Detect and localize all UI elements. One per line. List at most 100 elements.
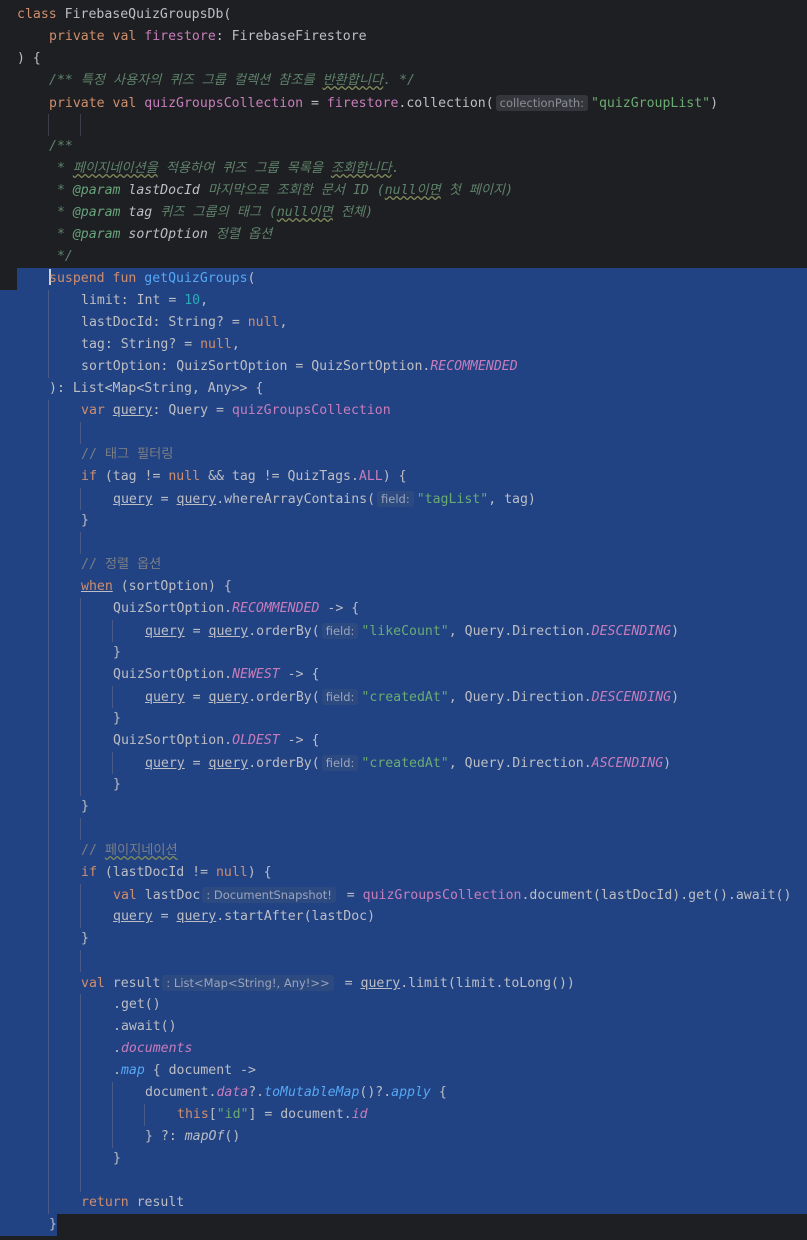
code-line[interactable]: val result: List<Map<String!, Any!>> = q… — [0, 972, 807, 994]
indent-guide — [48, 1104, 49, 1126]
code-line[interactable]: if (lastDocId != null) { — [0, 862, 807, 884]
code-line[interactable]: } — [0, 928, 807, 950]
code-token: , — [279, 315, 288, 330]
code-token: null이면 — [276, 205, 333, 220]
indent-guide — [80, 1060, 81, 1082]
code-token: , — [200, 293, 209, 308]
code-line[interactable]: QuizSortOption.OLDEST -> { — [0, 730, 807, 752]
code-line[interactable]: query = query.orderBy(field: "createdAt",… — [0, 686, 807, 708]
code-line[interactable]: query = query.orderBy(field: "createdAt",… — [0, 752, 807, 774]
code-line[interactable]: private val firestore: FirebaseFirestore — [0, 26, 807, 48]
indent-guide — [80, 1148, 81, 1170]
code-line[interactable]: ): List<Map<String, Any>> { — [0, 378, 807, 400]
code-line[interactable]: suspend fun getQuizGroups( — [0, 268, 807, 290]
code-token: .limit(limit.toLong()) — [400, 976, 575, 991]
code-line[interactable]: tag: String? = null, — [0, 334, 807, 356]
code-line[interactable]: /** — [0, 136, 807, 158]
code-line[interactable]: private val quizGroupsCollection = fires… — [0, 92, 807, 114]
code-token: -> { — [319, 601, 360, 616]
code-line[interactable] — [0, 1170, 807, 1192]
code-line[interactable]: sortOption: QuizSortOption = QuizSortOpt… — [0, 356, 807, 378]
indent-guide — [80, 1126, 81, 1148]
code-line[interactable]: document.data?.toMutableMap()?.apply { — [0, 1082, 807, 1104]
indent-guide — [48, 972, 49, 994]
code-line[interactable]: * @param lastDocId 마지막으로 조회한 문서 ID (null… — [0, 180, 807, 202]
indent-guide — [80, 1170, 81, 1192]
code-line[interactable] — [0, 114, 807, 136]
code-token: query — [176, 909, 217, 924]
code-token: query — [208, 624, 249, 639]
code-line[interactable]: } — [0, 796, 807, 818]
indent-guide — [80, 1104, 81, 1126]
indent-guide — [48, 444, 49, 466]
code-line[interactable]: // 태그 필터링 — [0, 444, 807, 466]
code-line[interactable]: if (tag != null && tag != QuizTags.ALL) … — [0, 466, 807, 488]
code-token: result — [112, 976, 161, 991]
code-token: ()?. — [359, 1085, 392, 1100]
code-line[interactable]: QuizSortOption.RECOMMENDED -> { — [0, 598, 807, 620]
code-line[interactable]: query = query.orderBy(field: "likeCount",… — [0, 620, 807, 642]
code-token: = — [338, 888, 363, 903]
code-line[interactable]: * @param sortOption 정렬 옵션 — [0, 224, 807, 246]
code-token: suspend — [49, 271, 113, 286]
code-line[interactable]: // 정렬 옵션 — [0, 554, 807, 576]
code-line[interactable]: .get() — [0, 994, 807, 1016]
code-line[interactable]: this["id"] = document.id — [0, 1104, 807, 1126]
indent-guide — [80, 642, 81, 664]
code-line[interactable]: QuizSortOption.NEWEST -> { — [0, 664, 807, 686]
code-line[interactable]: ) { — [0, 48, 807, 70]
code-token: this — [177, 1107, 209, 1122]
code-line[interactable]: limit: Int = 10, — [0, 290, 807, 312]
code-line[interactable]: query = query.whereArrayContains(field: "… — [0, 488, 807, 510]
code-line[interactable]: * @param tag 퀴즈 그룹의 태그 (null이면 전체) — [0, 202, 807, 224]
code-token: ) { — [382, 469, 407, 484]
indent-guide — [48, 422, 49, 444]
code-line[interactable] — [0, 950, 807, 972]
code-token: .orderBy( — [248, 756, 320, 771]
code-line[interactable]: return result — [0, 1192, 807, 1214]
code-token: null — [200, 337, 232, 352]
code-line[interactable]: } — [0, 1148, 807, 1170]
code-token: /** — [49, 73, 81, 88]
indent-guide — [48, 796, 49, 818]
code-line[interactable]: query = query.startAfter(lastDoc) — [0, 906, 807, 928]
code-token: 페이지네이션을 — [72, 161, 158, 176]
code-line[interactable]: when (sortOption) { — [0, 576, 807, 598]
code-line[interactable]: // 페이지네이션 — [0, 840, 807, 862]
code-line[interactable] — [0, 422, 807, 444]
indent-guide — [80, 686, 81, 708]
code-line[interactable]: } — [0, 708, 807, 730]
code-token: "tagList" — [416, 492, 489, 507]
indent-guide — [48, 1016, 49, 1038]
code-line[interactable]: lastDocId: String? = null, — [0, 312, 807, 334]
code-token: fun — [112, 271, 145, 286]
code-token: @param — [72, 205, 129, 220]
code-token: return — [81, 1195, 137, 1210]
code-line[interactable]: } — [0, 774, 807, 796]
code-line[interactable]: var query: Query = quizGroupsCollection — [0, 400, 807, 422]
code-line[interactable]: */ — [0, 246, 807, 268]
indent-guide — [144, 1104, 145, 1126]
code-line[interactable] — [0, 532, 807, 554]
code-editor[interactable]: class FirebaseQuizGroupsDb(private val f… — [0, 0, 807, 1240]
code-line[interactable]: } ?: mapOf() — [0, 1126, 807, 1148]
code-line[interactable]: .await() — [0, 1016, 807, 1038]
code-line[interactable]: val lastDoc: DocumentSnapshot! = quizGro… — [0, 884, 807, 906]
code-line[interactable]: /** 특정 사용자의 퀴즈 그룹 컬렉션 참조를 반환합니다. */ — [0, 70, 807, 92]
code-token: () — [224, 1129, 241, 1144]
indent-guide — [80, 1038, 81, 1060]
indent-guide — [80, 708, 81, 730]
code-line[interactable]: class FirebaseQuizGroupsDb( — [0, 4, 807, 26]
code-token: 특정 사용자의 — [80, 73, 162, 88]
code-token: null — [247, 315, 280, 330]
indent-guide — [48, 554, 49, 576]
code-line[interactable]: .documents — [0, 1038, 807, 1060]
code-line[interactable] — [0, 818, 807, 840]
code-line[interactable]: } — [0, 1214, 807, 1236]
code-line[interactable]: } — [0, 642, 807, 664]
code-line[interactable]: .map { document -> — [0, 1060, 807, 1082]
code-token: "likeCount" — [361, 624, 449, 639]
code-line[interactable]: * 페이지네이션을 적용하여 퀴즈 그룹 목록을 조회합니다. — [0, 158, 807, 180]
code-token: lastDoc — [144, 888, 201, 903]
code-line[interactable]: } — [0, 510, 807, 532]
